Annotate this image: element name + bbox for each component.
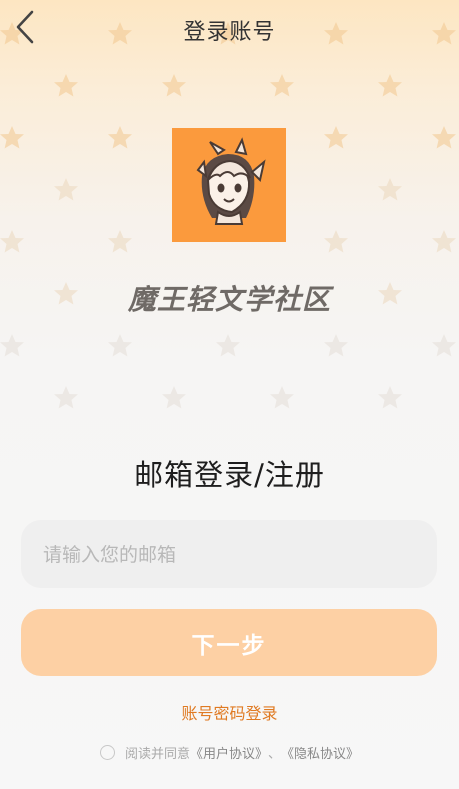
email-field-container	[21, 520, 437, 590]
header: 登录账号	[0, 0, 459, 56]
privacy-agreement-link[interactable]: 《隐私协议》	[281, 743, 359, 762]
mascot-logo	[196, 137, 266, 225]
agreement-separator: 、	[268, 746, 282, 762]
next-step-button[interactable]: 下一步	[21, 609, 437, 676]
login-heading: 邮箱登录/注册	[134, 458, 325, 492]
page-title: 登录账号	[183, 20, 276, 45]
agreement-row: 阅读并同意 《用户协议》 、 《隐私协议》	[100, 742, 359, 762]
app-logo	[172, 128, 286, 242]
brand-name: 魔王轻文学社区	[127, 283, 331, 316]
password-login-link[interactable]: 账号密码登录	[0, 700, 459, 724]
agreement-checkbox[interactable]	[100, 744, 115, 760]
user-agreement-link[interactable]: 《用户协议》	[190, 743, 268, 762]
email-input[interactable]	[41, 520, 425, 590]
agreement-prefix: 阅读并同意	[125, 746, 191, 762]
